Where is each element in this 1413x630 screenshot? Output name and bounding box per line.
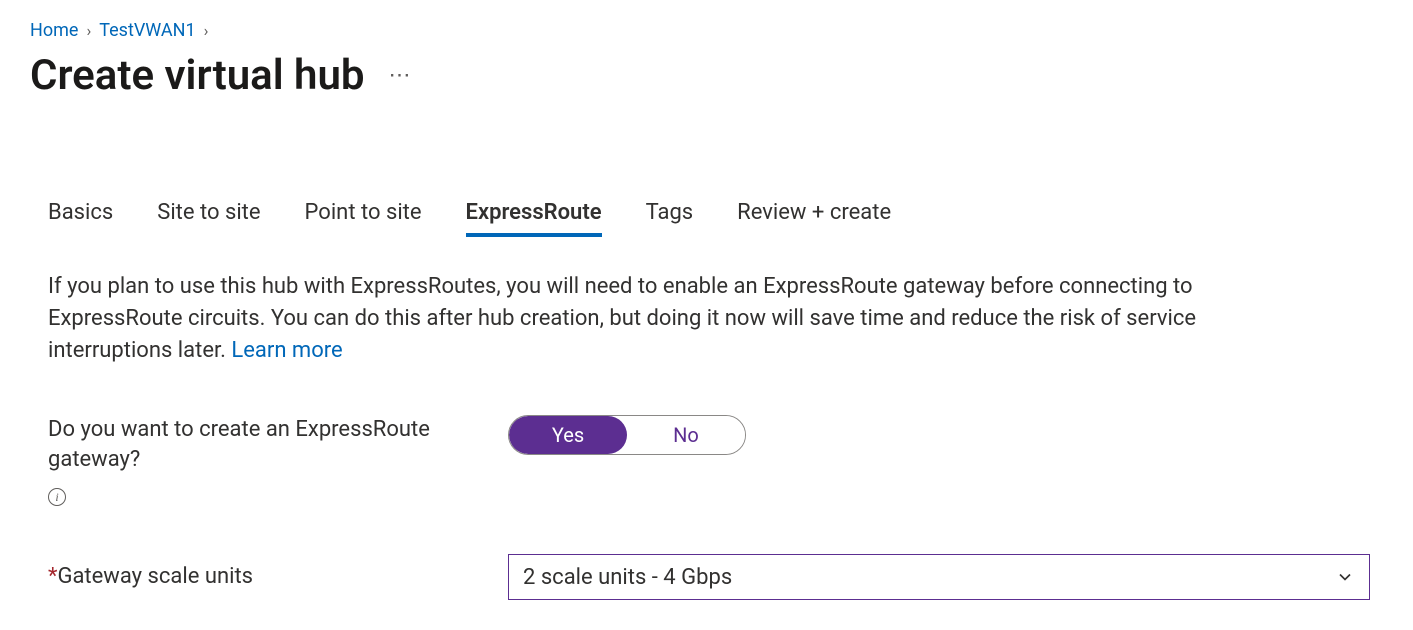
breadcrumb: Home › TestVWAN1 ›: [30, 20, 1383, 41]
more-actions-icon[interactable]: ⋯: [389, 63, 413, 88]
tab-review-create[interactable]: Review + create: [737, 200, 891, 237]
breadcrumb-item-testvwan1[interactable]: TestVWAN1: [99, 20, 195, 41]
tab-site-to-site[interactable]: Site to site: [157, 200, 260, 237]
learn-more-link[interactable]: Learn more: [231, 338, 342, 363]
chevron-right-icon: ›: [204, 21, 209, 40]
breadcrumb-home[interactable]: Home: [30, 20, 78, 41]
scale-units-label: *Gateway scale units: [48, 562, 508, 593]
tab-bar: Basics Site to site Point to site Expres…: [48, 200, 1370, 237]
content-area: Basics Site to site Point to site Expres…: [30, 200, 1370, 600]
create-gateway-label-text: Do you want to create an ExpressRoute ga…: [48, 415, 488, 477]
scale-units-select[interactable]: 2 scale units - 4 Gbps: [508, 554, 1370, 600]
tab-point-to-site[interactable]: Point to site: [305, 200, 422, 237]
chevron-right-icon: ›: [86, 21, 91, 40]
chevron-down-icon: [1335, 567, 1355, 587]
tab-expressroute[interactable]: ExpressRoute: [466, 200, 602, 237]
info-icon[interactable]: i: [48, 488, 66, 506]
scale-units-value: 2 scale units - 4 Gbps: [523, 565, 732, 590]
tab-tags[interactable]: Tags: [646, 200, 694, 237]
tab-basics[interactable]: Basics: [48, 200, 113, 237]
create-gateway-control: Yes No: [508, 415, 1370, 455]
scale-units-control: 2 scale units - 4 Gbps: [508, 554, 1370, 600]
intro-body: If you plan to use this hub with Express…: [48, 274, 1196, 363]
form-row-scale-units: *Gateway scale units 2 scale units - 4 G…: [48, 554, 1370, 600]
intro-text: If you plan to use this hub with Express…: [48, 271, 1308, 367]
page-title: Create virtual hub: [30, 51, 365, 100]
toggle-option-no[interactable]: No: [627, 416, 745, 454]
page-header: Create virtual hub ⋯: [30, 51, 1383, 100]
toggle-option-yes[interactable]: Yes: [509, 416, 627, 454]
create-gateway-label: Do you want to create an ExpressRoute ga…: [48, 415, 508, 507]
form-row-create-gateway: Do you want to create an ExpressRoute ga…: [48, 415, 1370, 507]
gateway-toggle: Yes No: [508, 415, 746, 455]
scale-units-label-text: Gateway scale units: [57, 564, 253, 589]
